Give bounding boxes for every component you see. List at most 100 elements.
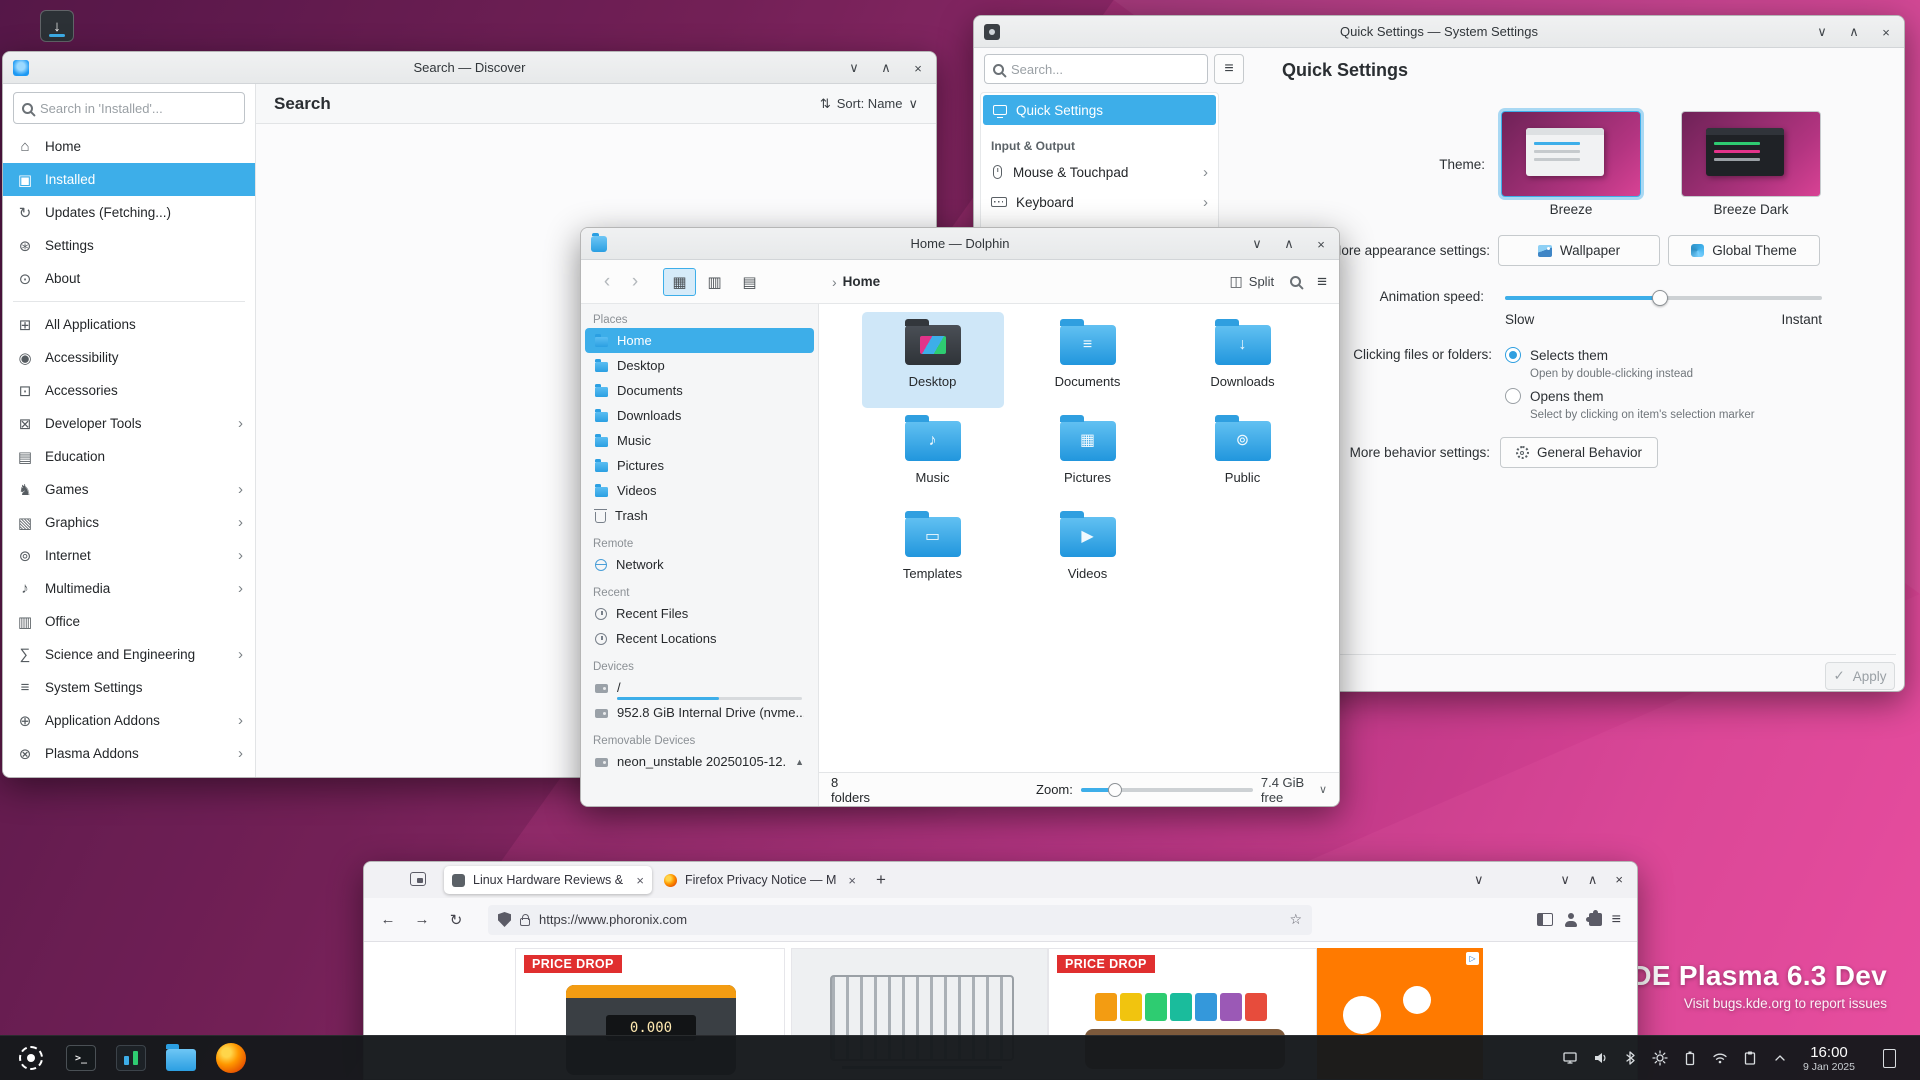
sidebar-category-item[interactable]: ⊠ Developer Tools › — [3, 407, 255, 440]
discover-search-box[interactable] — [13, 92, 245, 124]
show-desktop-icon[interactable] — [1883, 1049, 1896, 1068]
firefox-view-icon[interactable] — [410, 872, 426, 886]
list-all-tabs-icon[interactable]: ∨ — [1474, 872, 1484, 888]
maximize-icon[interactable]: ∧ — [1846, 24, 1862, 40]
global-theme-button[interactable]: Global Theme — [1668, 235, 1820, 266]
sidebar-item[interactable]: ⌂ Home › — [3, 130, 255, 163]
breadcrumb[interactable]: › Home — [832, 274, 880, 290]
settings-menu-button[interactable]: ≡ — [1214, 54, 1244, 84]
folder-tile[interactable]: ⊚ Public — [1172, 408, 1314, 504]
firefox-tabbar[interactable]: Linux Hardware Reviews & × Firefox Priva… — [364, 862, 1637, 898]
sidebar-category-item[interactable]: ♪ Multimedia › — [3, 572, 255, 605]
places-item[interactable]: Home ▲ — [585, 328, 814, 353]
eject-icon[interactable]: ▲ — [795, 757, 804, 767]
places-item[interactable]: Downloads ▲ — [585, 403, 814, 428]
folder-tile[interactable]: Desktop — [862, 312, 1004, 408]
url-bar[interactable]: https://www.phoronix.com ☆ — [488, 905, 1312, 935]
maximize-icon[interactable]: ∧ — [878, 60, 894, 76]
sidebar-item[interactable]: ↻ Updates (Fetching...) › — [3, 196, 255, 229]
brightness-icon[interactable] — [1651, 1050, 1668, 1067]
sidebar-category-item[interactable]: ⊞ All Applications › — [3, 308, 255, 341]
removable-device-item[interactable]: neon_unstable 20250105-12... ▲ — [585, 749, 814, 774]
settings-titlebar[interactable]: Quick Settings — System Settings ∨ ∧ × — [974, 16, 1904, 48]
sidebar-category-item[interactable]: ▧ Graphics › — [3, 506, 255, 539]
places-item[interactable]: Trash ▲ — [585, 503, 814, 528]
minimize-icon[interactable]: ∨ — [1814, 24, 1830, 40]
folder-tile[interactable]: ▶ Videos — [1017, 504, 1159, 600]
places-item[interactable]: Desktop ▲ — [585, 353, 814, 378]
discover-titlebar[interactable]: Search — Discover ∨ ∧ × — [3, 52, 936, 84]
sidebar-category-item[interactable]: ∑ Science and Engineering › — [3, 638, 255, 671]
forward-icon[interactable]: › — [621, 268, 649, 296]
settings-search-box[interactable] — [984, 54, 1208, 84]
maximize-icon[interactable]: ∧ — [1281, 236, 1297, 252]
close-icon[interactable]: × — [1615, 872, 1623, 888]
sidebar-item-keyboard[interactable]: Keyboard › — [981, 187, 1218, 217]
device-item[interactable]: / — [585, 675, 814, 700]
hamburger-menu-icon[interactable]: ≡ — [1317, 272, 1327, 292]
sidebar-category-item[interactable]: ≡ System Settings › — [3, 671, 255, 704]
volume-icon[interactable] — [1591, 1050, 1608, 1067]
close-tab-icon[interactable]: × — [636, 873, 644, 888]
icons-view-button[interactable]: ▦ — [663, 268, 696, 296]
sidebar-category-item[interactable]: ⊡ Accessories › — [3, 374, 255, 407]
sidebar-icon[interactable] — [1537, 913, 1553, 926]
new-tab-button[interactable]: + — [876, 870, 886, 890]
minimize-icon[interactable]: ∨ — [846, 60, 862, 76]
close-icon[interactable]: × — [1313, 236, 1329, 252]
adchoices-icon[interactable]: ▷ — [1466, 952, 1479, 965]
bookmark-star-icon[interactable]: ☆ — [1289, 911, 1302, 928]
digital-clock[interactable]: 16:00 9 Jan 2025 — [1793, 1044, 1865, 1073]
sidebar-category-item[interactable]: ▤ Education › — [3, 440, 255, 473]
wallpaper-button[interactable]: Wallpaper — [1498, 235, 1660, 266]
taskbar-app[interactable] — [162, 1039, 200, 1077]
expand-tray-chevron-up-icon[interactable] — [1771, 1050, 1788, 1067]
theme-card-breeze[interactable] — [1501, 111, 1641, 197]
sidebar-category-item[interactable]: ▥ Office › — [3, 605, 255, 638]
zoom-handle[interactable] — [1108, 783, 1122, 797]
sidebar-category-item[interactable]: ⊗ Plasma Addons › — [3, 737, 255, 770]
split-button[interactable]: ◫ Split — [1230, 273, 1275, 290]
general-behavior-button[interactable]: General Behavior — [1500, 437, 1658, 468]
minimize-icon[interactable]: ∨ — [1560, 872, 1570, 888]
browser-tab[interactable]: Linux Hardware Reviews & × — [444, 866, 652, 894]
clipboard-icon[interactable] — [1741, 1050, 1758, 1067]
folder-tile[interactable]: ↓ Downloads — [1172, 312, 1314, 408]
radio-selects-them[interactable] — [1505, 347, 1521, 363]
sidebar-item-mouse-touchpad[interactable]: Mouse & Touchpad › — [981, 157, 1218, 187]
apply-button[interactable]: ✓ Apply — [1825, 662, 1895, 690]
taskbar-app[interactable] — [62, 1039, 100, 1077]
forward-icon[interactable]: → — [408, 906, 436, 934]
tracking-protection-shield-icon[interactable] — [498, 912, 511, 927]
sidebar-category-item[interactable]: ♞ Games › — [3, 473, 255, 506]
extensions-icon[interactable] — [1589, 913, 1602, 926]
battery-icon[interactable] — [1681, 1050, 1698, 1067]
sidebar-category-item[interactable]: ⊚ Internet › — [3, 539, 255, 572]
search-input[interactable] — [40, 101, 236, 116]
bluetooth-icon[interactable] — [1621, 1050, 1638, 1067]
places-item[interactable]: Documents ▲ — [585, 378, 814, 403]
network-icon[interactable] — [1711, 1050, 1728, 1067]
places-item[interactable]: Pictures ▲ — [585, 453, 814, 478]
sidebar-item[interactable]: ⊙ About › — [3, 262, 255, 295]
taskbar-app[interactable] — [212, 1039, 250, 1077]
details-view-button[interactable]: ▤ — [733, 268, 766, 296]
breadcrumb-label[interactable]: Home — [843, 274, 881, 289]
display-icon[interactable] — [1561, 1050, 1578, 1067]
hamburger-menu-icon[interactable]: ≡ — [1612, 911, 1621, 929]
search-icon[interactable] — [1290, 276, 1301, 287]
theme-card-breeze-dark[interactable] — [1681, 111, 1821, 197]
back-icon[interactable]: ← — [374, 906, 402, 934]
places-item[interactable]: Recent Locations — [585, 626, 814, 651]
places-item[interactable]: Music ▲ — [585, 428, 814, 453]
taskbar-app[interactable] — [12, 1039, 50, 1077]
taskbar-app[interactable] — [112, 1039, 150, 1077]
folder-tile[interactable]: ▦ Pictures — [1017, 408, 1159, 504]
back-icon[interactable]: ‹ — [593, 268, 621, 296]
device-item[interactable]: 952.8 GiB Internal Drive (nvme... — [585, 700, 814, 725]
chevron-down-icon[interactable]: ∨ — [1319, 783, 1327, 796]
radio-opens-them[interactable] — [1505, 388, 1521, 404]
sort-dropdown[interactable]: ⇅ Sort: Name ∨ — [820, 96, 918, 112]
browser-tab[interactable]: Firefox Privacy Notice — M × — [656, 866, 864, 894]
account-icon[interactable] — [1563, 912, 1579, 928]
